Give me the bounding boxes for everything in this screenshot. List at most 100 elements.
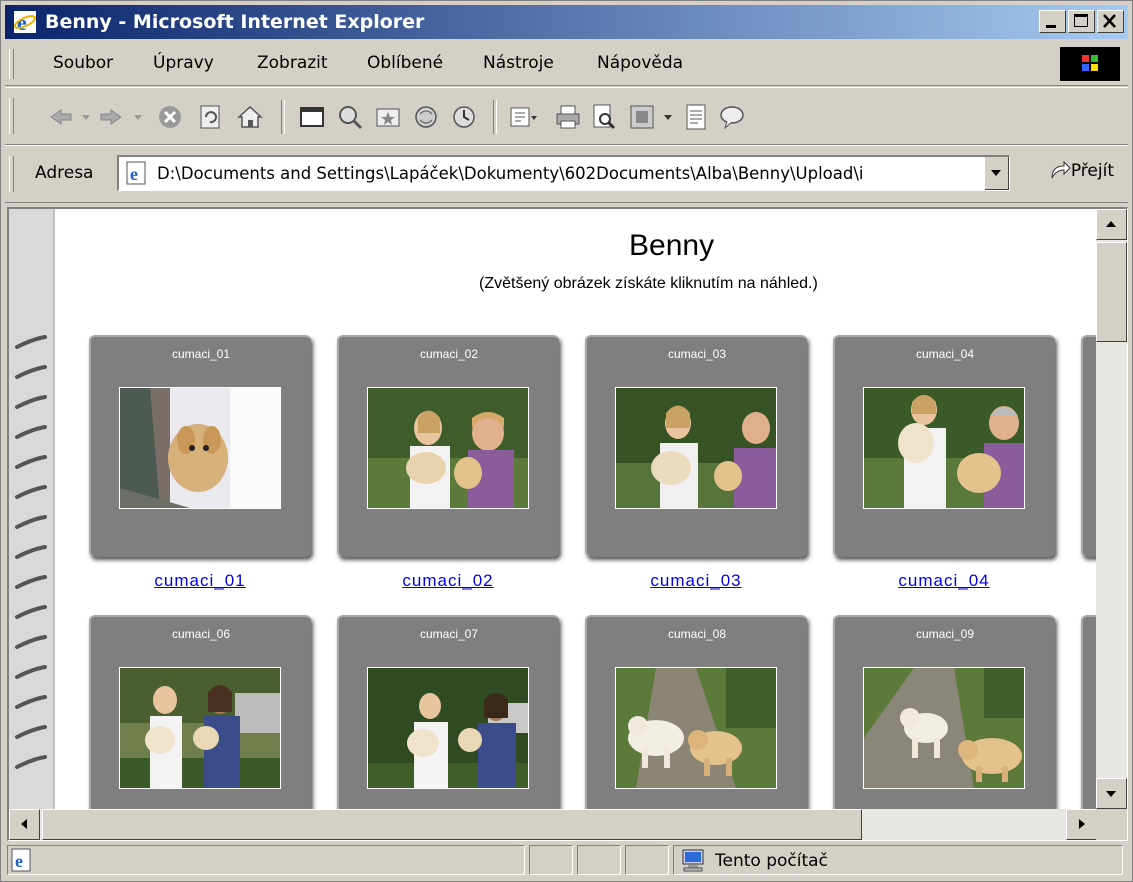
edit-icon[interactable]	[627, 102, 657, 132]
status-main-cell: e	[7, 845, 525, 875]
menu-zobrazit[interactable]: Zobrazit	[257, 53, 328, 73]
go-label: Přejít	[1070, 161, 1114, 181]
print-preview-icon[interactable]	[589, 102, 619, 132]
search-icon[interactable]	[335, 102, 365, 132]
image-link[interactable]: cumaci_03	[585, 571, 807, 591]
scroll-right-button[interactable]	[1066, 809, 1097, 840]
gallery-slide[interactable]: cumaci_01	[89, 335, 311, 557]
fullscreen-icon[interactable]	[297, 102, 327, 132]
gallery-slide[interactable]: cumaci_06	[89, 615, 311, 837]
favorites-icon[interactable]	[373, 102, 403, 132]
slide-label: cumaci_02	[419, 347, 479, 361]
slide-label: cumaci_01	[171, 347, 231, 361]
arrow-down-icon	[1106, 791, 1116, 797]
mail-icon[interactable]	[507, 102, 537, 132]
address-label: Adresa	[35, 163, 94, 183]
gallery-slide[interactable]: cumaci_03	[585, 335, 807, 557]
close-icon	[1103, 14, 1116, 28]
slide-label: cumaci_06	[171, 627, 231, 641]
image-link[interactable]: cumaci_04	[833, 571, 1055, 591]
maximize-button[interactable]	[1068, 10, 1095, 33]
slide-label: cumaci_09	[915, 627, 975, 641]
toolbar-separator	[493, 100, 497, 134]
forward-icon[interactable]	[97, 102, 127, 132]
thumbnail-image[interactable]	[863, 667, 1025, 789]
gallery-slide[interactable]: cumaci_09	[833, 615, 1055, 837]
stop-icon[interactable]	[155, 102, 185, 132]
svg-text:e: e	[15, 851, 23, 871]
status-cell	[529, 845, 573, 875]
thumbnail-image[interactable]	[615, 667, 777, 789]
media-icon[interactable]	[411, 102, 441, 132]
print-icon[interactable]	[553, 102, 583, 132]
thumbnail-image[interactable]	[863, 387, 1025, 509]
arrow-up-icon	[1106, 221, 1116, 227]
window-title: Benny - Microsoft Internet Explorer	[45, 11, 425, 33]
vertical-scrollbar[interactable]	[1096, 209, 1127, 809]
menu-grip[interactable]	[9, 49, 14, 79]
title-bar[interactable]: e Benny - Microsoft Internet Explorer	[5, 5, 1128, 39]
close-button[interactable]	[1097, 10, 1124, 33]
address-dropdown-button[interactable]	[984, 157, 1009, 190]
menu-oblibene[interactable]: Oblíbené	[367, 53, 443, 73]
standard-toolbar	[5, 87, 1128, 145]
menu-nastroje[interactable]: Nástroje	[483, 53, 554, 73]
arrow-left-icon	[21, 819, 27, 829]
scroll-left-button[interactable]	[9, 809, 40, 840]
horizontal-scrollbar[interactable]	[9, 809, 1097, 840]
menu-napoveda[interactable]: Nápověda	[597, 53, 683, 73]
gallery-slide[interactable]: cumaci_08	[585, 615, 807, 837]
toolbar-separator	[281, 100, 285, 134]
status-cell	[577, 845, 621, 875]
scroll-thumb[interactable]	[1096, 242, 1127, 342]
image-link[interactable]: cumaci_01	[89, 571, 311, 591]
ie-logo-icon: e	[13, 10, 37, 34]
gallery-slide[interactable]: cumaci_02	[337, 335, 559, 557]
security-zone-label: Tento počítač	[715, 851, 828, 871]
home-icon[interactable]	[235, 102, 265, 132]
go-button[interactable]: Přejít	[1049, 160, 1114, 181]
slide-label: cumaci_07	[419, 627, 479, 641]
minimize-button[interactable]	[1039, 10, 1066, 33]
back-dropdown-icon[interactable]	[79, 102, 93, 132]
toolbar-grip[interactable]	[9, 98, 14, 134]
slide-label: cumaci_08	[667, 627, 727, 641]
windows-logo-icon	[1060, 47, 1120, 81]
history-icon[interactable]	[449, 102, 479, 132]
status-cell	[625, 845, 669, 875]
minimize-icon	[1046, 25, 1056, 28]
page-title: Benny	[629, 229, 715, 262]
menu-upravy[interactable]: Úpravy	[153, 53, 214, 73]
forward-dropdown-icon[interactable]	[131, 102, 145, 132]
discuss-icon[interactable]	[681, 102, 711, 132]
scroll-down-button[interactable]	[1096, 778, 1127, 809]
page-subtitle: (Zvětšený obrázek získáte kliknutím na n…	[479, 275, 818, 292]
menu-soubor[interactable]: Soubor	[53, 53, 113, 73]
horizontal-scroll-thumb[interactable]	[42, 809, 862, 840]
address-bar: Adresa e D:\Documents and Settings\Lapáč…	[5, 145, 1128, 203]
svg-text:e: e	[130, 164, 138, 184]
address-grip[interactable]	[9, 156, 14, 192]
scroll-up-button[interactable]	[1096, 209, 1127, 240]
back-icon[interactable]	[45, 102, 75, 132]
browser-window: e Benny - Microsoft Internet Explorer So…	[0, 0, 1133, 882]
maximize-icon	[1074, 14, 1088, 27]
messenger-icon[interactable]	[717, 102, 747, 132]
thumbnail-image[interactable]	[119, 387, 281, 509]
scrollbar-corner	[1096, 809, 1127, 840]
refresh-icon[interactable]	[195, 102, 225, 132]
image-link[interactable]: cumaci_02	[337, 571, 559, 591]
spiral-rings	[15, 335, 47, 769]
thumbnail-image[interactable]	[119, 667, 281, 789]
spiral-binding	[9, 209, 55, 809]
gallery-slide[interactable]: cumaci_07	[337, 615, 559, 837]
gallery-slide[interactable]: cumaci_04	[833, 335, 1055, 557]
page-status-icon: e	[11, 848, 31, 872]
thumbnail-image[interactable]	[615, 387, 777, 509]
thumbnail-image[interactable]	[367, 387, 529, 509]
thumbnail-image[interactable]	[367, 667, 529, 789]
address-input[interactable]: e D:\Documents and Settings\Lapáček\Doku…	[117, 155, 1010, 191]
page-icon: e	[126, 161, 146, 185]
arrow-right-icon	[1079, 819, 1085, 829]
edit-dropdown-icon[interactable]	[661, 102, 675, 132]
